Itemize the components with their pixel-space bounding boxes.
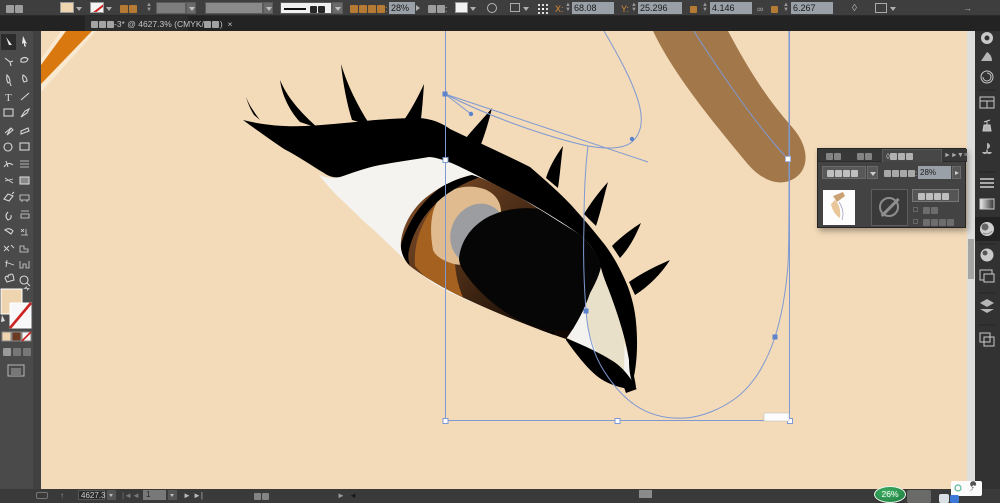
- svg-text:T: T: [5, 92, 12, 104]
